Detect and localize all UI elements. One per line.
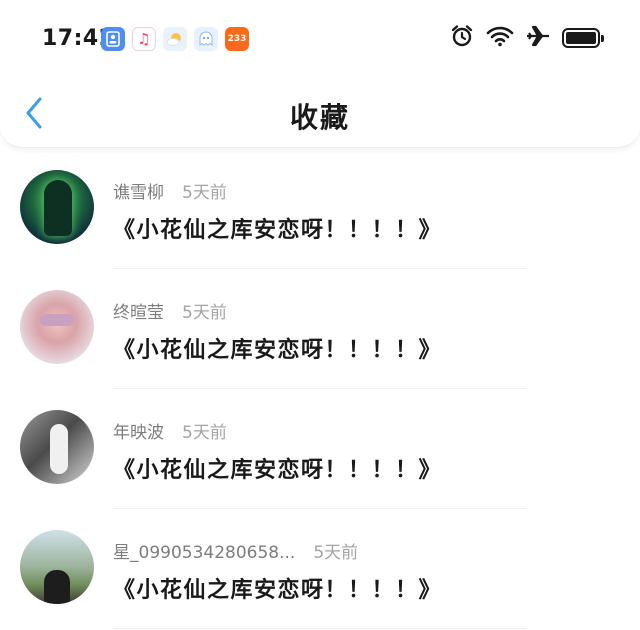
avatar[interactable] <box>20 410 94 484</box>
item-meta: 谯雪柳 5天前 <box>113 178 227 203</box>
favorites-list: 谯雪柳 5天前 《小花仙之库安恋呀！！！！》 终暄莹 5天前 《小花仙之库安恋呀！！… <box>0 150 640 630</box>
username[interactable]: 终暄莹 <box>113 303 164 323</box>
time-ago: 5天前 <box>182 423 227 443</box>
battery-icon <box>562 28 604 48</box>
notification-icons: ♫ 233 <box>101 27 249 51</box>
wifi-icon <box>486 25 514 51</box>
item-meta: 终暄莹 5天前 <box>113 298 227 323</box>
music-app-icon: ♫ <box>132 27 156 51</box>
list-item[interactable]: 终暄莹 5天前 《小花仙之库安恋呀！！！！》 <box>0 270 640 390</box>
alarm-clock-icon <box>450 24 474 52</box>
username[interactable]: 年映波 <box>113 423 164 443</box>
time-ago: 5天前 <box>182 183 227 203</box>
divider <box>113 388 527 389</box>
ghost-app-icon <box>194 27 218 51</box>
list-item[interactable]: 谯雪柳 5天前 《小花仙之库安恋呀！！！！》 <box>0 150 640 270</box>
avatar[interactable] <box>20 170 94 244</box>
username[interactable]: 星_0990534280658... <box>113 543 295 563</box>
app-badge-icon: 233 <box>225 27 249 51</box>
page-title: 收藏 <box>289 101 350 134</box>
weather-app-icon <box>163 27 187 51</box>
divider <box>113 628 527 629</box>
list-item[interactable]: 年映波 5天前 《小花仙之库安恋呀！！！！》 <box>0 390 640 510</box>
system-icons <box>450 24 604 52</box>
list-item[interactable]: 星_0990534280658... 5天前 《小花仙之库安恋呀！！！！》 <box>0 510 640 630</box>
item-meta: 年映波 5天前 <box>113 418 227 443</box>
avatar[interactable] <box>20 290 94 364</box>
time-ago: 5天前 <box>182 303 227 323</box>
header: 17:42 ♫ 233 收藏 <box>0 0 640 148</box>
time-ago: 5天前 <box>313 543 359 563</box>
divider <box>113 268 527 269</box>
item-content[interactable]: 《小花仙之库安恋呀！！！！》 <box>113 332 442 364</box>
contacts-app-icon <box>101 27 125 51</box>
item-meta: 星_0990534280658... 5天前 <box>113 538 358 563</box>
divider <box>113 508 527 509</box>
avatar[interactable] <box>20 530 94 604</box>
item-content[interactable]: 《小花仙之库安恋呀！！！！》 <box>113 452 442 484</box>
username[interactable]: 谯雪柳 <box>113 183 164 203</box>
status-bar: 17:42 ♫ 233 <box>0 0 640 76</box>
item-content[interactable]: 《小花仙之库安恋呀！！！！》 <box>113 212 442 244</box>
airplane-icon <box>526 25 550 51</box>
item-content[interactable]: 《小花仙之库安恋呀！！！！》 <box>113 572 442 604</box>
